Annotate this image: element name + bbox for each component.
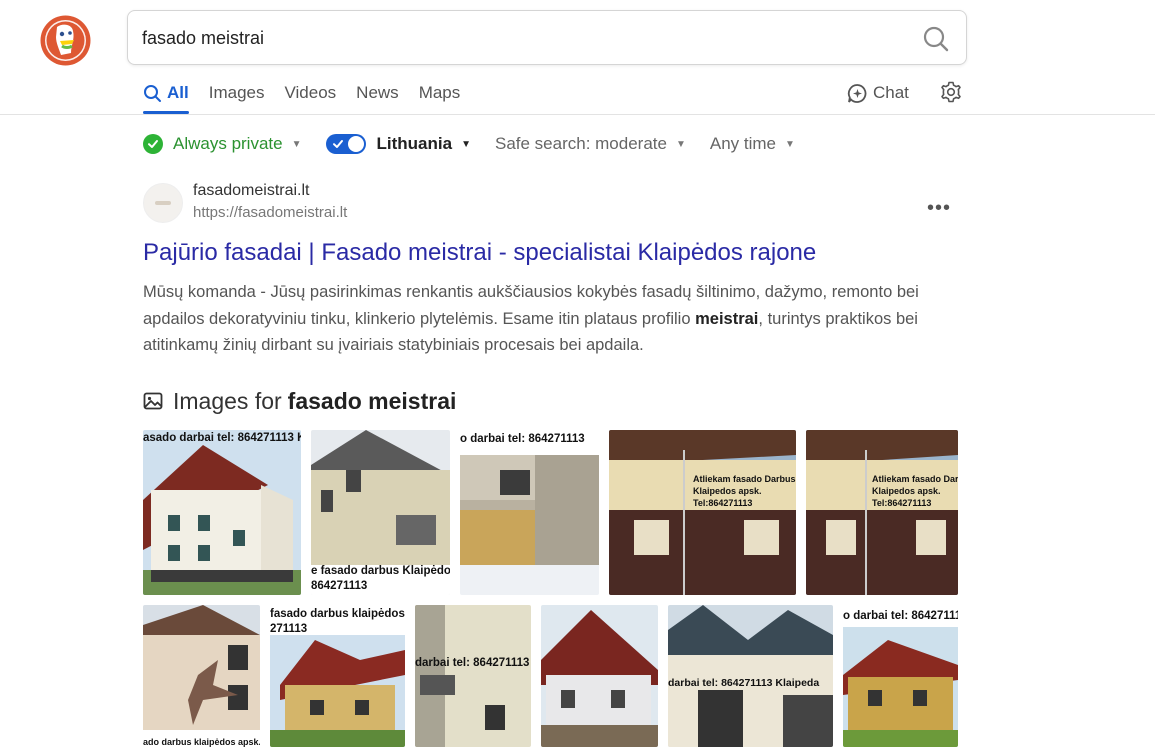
- image-thumbnail[interactable]: o darbai tel: 864271113: [460, 430, 599, 595]
- duckduckgo-logo[interactable]: [40, 15, 91, 66]
- image-thumbnail[interactable]: e fasado darbus Klaipėdos aps 864271113: [311, 430, 450, 595]
- image-thumbnail[interactable]: darbai tel: 864271113 Klaipeda: [668, 605, 833, 747]
- result-title-link[interactable]: Pajūrio fasadai | Fasado meistrai - spec…: [143, 239, 816, 267]
- image-caption: Klaipedos apsk.: [693, 486, 762, 496]
- image-caption: Atliekam fasado Darbus: [872, 474, 958, 484]
- image-caption: o darbai tel: 864271113: [843, 610, 958, 622]
- search-tabs: All Images Videos News Maps: [143, 82, 480, 116]
- chevron-down-icon: ▼: [291, 138, 302, 150]
- search-input[interactable]: [142, 23, 902, 53]
- image-thumbnail[interactable]: o darbai tel: 864271113: [843, 605, 958, 747]
- tab-label: All: [167, 83, 189, 102]
- chevron-down-icon: ▼: [461, 138, 471, 150]
- always-private-label: Always private: [173, 134, 283, 153]
- image-caption: e fasado darbus Klaipėdos aps: [311, 565, 450, 577]
- tab-images[interactable]: Images: [209, 82, 265, 104]
- tab-label: Maps: [418, 83, 461, 102]
- image-caption: ado darbus klaipėdos apsk.: [143, 737, 260, 747]
- result-url[interactable]: https://fasadomeistrai.lt: [193, 204, 347, 221]
- chevron-down-icon: ▼: [785, 138, 795, 150]
- tab-label: Images: [208, 83, 265, 102]
- always-private-filter[interactable]: Always private ▼: [143, 134, 302, 154]
- check-icon: [332, 140, 343, 148]
- image-caption: 271113: [270, 623, 308, 635]
- chevron-down-icon: ▼: [675, 138, 686, 150]
- images-heading-query: fasado meistrai: [287, 387, 457, 414]
- region-toggle[interactable]: [325, 134, 366, 154]
- region-label: Lithuania: [376, 134, 453, 153]
- image-caption: asado darbai tel: 864271113 Kl: [143, 432, 301, 444]
- image-caption: Tel:864271113: [872, 498, 932, 508]
- image-thumbnail[interactable]: Atliekam fasado Darbus Klaipedos apsk. T…: [806, 430, 958, 595]
- image-thumbnail[interactable]: asado darbai tel: 864271113 Kl: [143, 430, 301, 595]
- image-thumbnail[interactable]: darbai tel: 864271113 Kl: [415, 605, 531, 747]
- chat-button[interactable]: Chat: [847, 82, 909, 104]
- tab-label: Videos: [284, 83, 337, 102]
- image-thumbnail[interactable]: [541, 605, 658, 747]
- result-snippet: Mūsų komanda - Jūsų pasirinkimas renkant…: [143, 279, 963, 359]
- image-caption: Atliekam fasado Darbus: [693, 474, 796, 484]
- image-caption: 864271113: [311, 580, 368, 592]
- favicon-mark: [155, 201, 171, 205]
- settings-gear-icon[interactable]: [940, 81, 962, 103]
- tab-news[interactable]: News: [356, 82, 399, 104]
- tab-maps[interactable]: Maps: [419, 82, 461, 104]
- site-favicon[interactable]: [143, 183, 183, 223]
- image-caption: Tel:864271113: [693, 498, 753, 508]
- image-icon: [143, 392, 163, 410]
- image-thumbnail[interactable]: ado darbus klaipėdos apsk.: [143, 605, 260, 747]
- safe-search-label: Safe search: moderate: [494, 134, 667, 153]
- search-icon: [144, 84, 161, 102]
- image-caption: darbai tel: 864271113 Klaipeda: [668, 677, 820, 689]
- image-caption: darbai tel: 864271113 Kl: [415, 657, 531, 669]
- toggle-knob: [347, 136, 364, 152]
- chat-icon: [847, 83, 867, 103]
- tab-videos[interactable]: Videos: [284, 82, 336, 104]
- more-options-icon[interactable]: •••: [927, 197, 951, 220]
- tab-label: News: [356, 83, 399, 102]
- search-box: [127, 10, 967, 65]
- images-section-heading[interactable]: Images for fasado meistrai: [143, 386, 456, 416]
- time-filter[interactable]: Any time ▼: [710, 134, 795, 154]
- image-thumbnail[interactable]: fasado darbus klaipėdos ap 271113: [270, 605, 405, 747]
- check-icon: [143, 134, 163, 154]
- chat-label: Chat: [873, 83, 909, 102]
- result-site-name[interactable]: fasadomeistrai.lt: [193, 182, 310, 200]
- region-filter[interactable]: Lithuania ▼: [325, 134, 471, 154]
- image-caption: Klaipedos apsk.: [872, 486, 941, 496]
- search-icon[interactable]: [922, 25, 950, 53]
- time-label: Any time: [709, 134, 777, 153]
- header-divider: [0, 114, 1155, 115]
- search-filters: Always private ▼ Lithuania ▼ Safe search…: [143, 133, 819, 155]
- tab-all[interactable]: All: [143, 82, 189, 104]
- image-thumbnail[interactable]: Atliekam fasado Darbus Klaipedos apsk. T…: [609, 430, 796, 595]
- images-heading-prefix: Images for: [173, 387, 282, 414]
- image-caption: fasado darbus klaipėdos ap: [270, 608, 405, 620]
- snippet-highlight: meistrai: [695, 309, 759, 328]
- image-caption: o darbai tel: 864271113: [460, 433, 585, 445]
- safe-search-filter[interactable]: Safe search: moderate ▼: [495, 134, 686, 154]
